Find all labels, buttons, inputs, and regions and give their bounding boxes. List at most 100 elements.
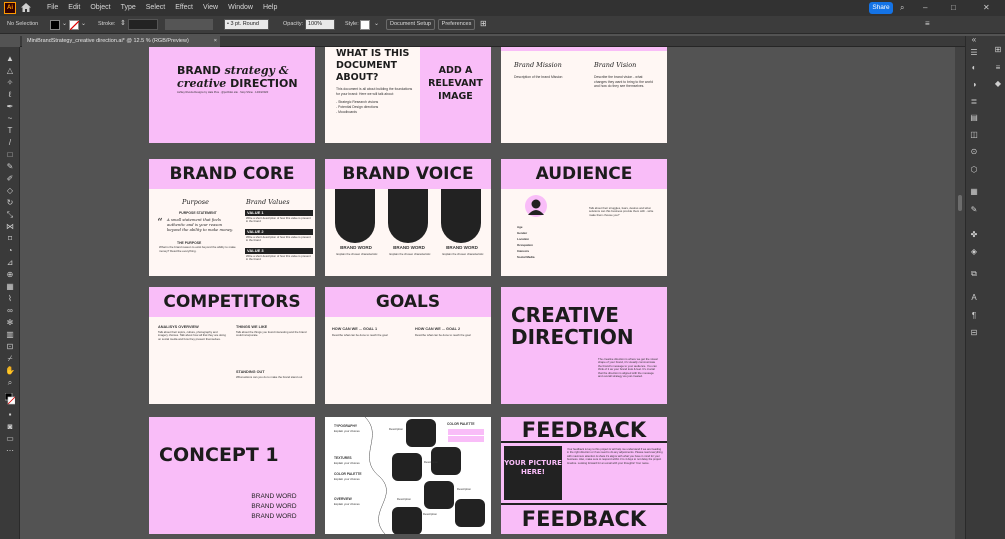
graphic-styles-icon[interactable]: ⬡ — [969, 166, 979, 174]
eraser-tool-icon[interactable]: ◇ — [5, 187, 15, 195]
align-panel-icon[interactable]: ⊟ — [969, 329, 979, 337]
menu-type[interactable]: Type — [121, 4, 136, 11]
maximize-icon[interactable]: □ — [951, 3, 956, 12]
fill-dropdown-icon[interactable]: ⌄ — [62, 20, 67, 27]
mesh-tool-icon[interactable]: ⊕ — [5, 271, 15, 279]
close-window-icon[interactable]: ✕ — [983, 3, 990, 12]
artboard-brand-voice[interactable]: BRAND VOICE BRAND WORD BRAND WORD BRAND … — [325, 159, 491, 276]
collapse-panels-icon[interactable]: « — [969, 36, 979, 44]
appearance-panel-icon[interactable]: ⊙ — [969, 148, 979, 156]
scale-tool-icon[interactable]: ⤡ — [5, 211, 15, 219]
menu-select[interactable]: Select — [146, 4, 165, 11]
direct-selection-tool-icon[interactable]: △ — [5, 67, 15, 75]
fill-stroke-icon[interactable] — [4, 392, 16, 405]
character-panel-icon[interactable]: A — [969, 294, 979, 302]
stroke-weight-field[interactable] — [128, 19, 158, 30]
artboard-mission[interactable]: Brand Mission Brand Vision Description o… — [501, 47, 667, 143]
variable-width-profile[interactable] — [165, 19, 213, 30]
perspective-grid-icon[interactable]: ⊿ — [5, 259, 15, 267]
shape-builder-icon[interactable]: ◔ — [5, 247, 15, 255]
stroke-swatch[interactable] — [69, 20, 80, 31]
opacity-field[interactable]: 100% — [305, 19, 335, 30]
drawing-mode-icon[interactable]: ◙ — [5, 423, 15, 431]
paintbrush-tool-icon[interactable]: ✎ — [5, 163, 15, 171]
hand-tool-icon[interactable]: ✋ — [5, 367, 15, 375]
document-tab[interactable]: MiniBrandStrategy_creative direction.ai*… — [22, 36, 220, 47]
document-setup-button[interactable]: Document Setup — [386, 19, 435, 30]
brushes-panel-icon[interactable]: ✎ — [969, 206, 979, 214]
zoom-tool-icon[interactable]: ⌕ — [5, 379, 15, 387]
properties-panel-icon[interactable]: ☰ — [969, 49, 979, 57]
rectangle-tool-icon[interactable]: □ — [5, 151, 15, 159]
pen-tool-icon[interactable]: ✒ — [5, 103, 15, 111]
menu-window[interactable]: Window — [228, 4, 253, 11]
layers-alt-icon[interactable]: ◆ — [993, 80, 1003, 88]
curvature-tool-icon[interactable]: ~ — [5, 115, 15, 123]
paragraph-panel-icon[interactable]: ¶ — [969, 312, 979, 320]
menu-file[interactable]: File — [47, 4, 58, 11]
stroke-stepper-icon[interactable]: ⇕ — [120, 19, 126, 27]
artboard-concept-1[interactable]: CONCEPT 1 BRAND WORD BRAND WORD BRAND WO… — [149, 417, 315, 534]
canvas[interactable]: BRAND strategy & creative DIRECTION Ashl… — [20, 47, 955, 539]
type-tool-icon[interactable]: T — [5, 127, 15, 135]
line-tool-icon[interactable]: / — [5, 139, 15, 147]
eyedropper-icon[interactable]: ⌇ — [5, 295, 15, 303]
layers-panel-icon[interactable]: ◈ — [969, 248, 979, 256]
free-transform-icon[interactable]: ⌑ — [5, 235, 15, 243]
artboard-goals[interactable]: GOALS HOW CAN WE ... GOAL 1 Describe wha… — [325, 287, 491, 404]
vertical-scrollbar[interactable] — [955, 47, 965, 539]
menu-object[interactable]: Object — [90, 4, 110, 11]
graph-tool-icon[interactable]: ▥ — [5, 331, 15, 339]
arrange-documents-icon[interactable]: ⊞ — [480, 19, 487, 28]
scrollbar-thumb[interactable] — [958, 195, 962, 211]
width-tool-icon[interactable]: ⋈ — [5, 223, 15, 231]
search-icon[interactable]: ⌕ — [900, 3, 904, 12]
color-mode-icon[interactable]: ▪ — [5, 411, 15, 419]
edit-toolbar-icon[interactable]: ⋯ — [5, 447, 15, 455]
artboard-cover[interactable]: BRAND strategy & creative DIRECTION Ashl… — [149, 47, 315, 143]
artboard-brand-core[interactable]: BRAND CORE Purpose PURPOSE STATEMENT “ A… — [149, 159, 315, 276]
swatches-panel-icon[interactable]: ▦ — [969, 188, 979, 196]
artboard-about[interactable]: WHAT IS THIS DOCUMENT ABOUT? This docume… — [325, 47, 491, 143]
stroke-panel-icon[interactable]: ≣ — [969, 98, 979, 106]
symbol-sprayer-icon[interactable]: ✻ — [5, 319, 15, 327]
screen-mode-icon[interactable]: ▭ — [5, 435, 15, 443]
brush-definition[interactable]: • 3 pt. Round — [224, 19, 269, 30]
home-icon[interactable] — [21, 3, 31, 12]
style-swatch[interactable] — [360, 20, 370, 30]
properties-alt-icon[interactable]: ≡ — [993, 64, 1003, 72]
blend-tool-icon[interactable]: ∞ — [5, 307, 15, 315]
lasso-icon[interactable]: ℓ — [5, 91, 15, 99]
menu-view[interactable]: View — [203, 4, 218, 11]
menu-edit[interactable]: Edit — [68, 4, 80, 11]
minimize-icon[interactable]: – — [923, 3, 927, 12]
share-button[interactable]: Share — [869, 2, 893, 14]
slice-tool-icon[interactable]: ⌿ — [5, 355, 15, 363]
magic-wand-icon[interactable]: ✧ — [5, 79, 15, 87]
menu-help[interactable]: Help — [263, 4, 277, 11]
fill-swatch[interactable] — [50, 20, 60, 30]
selection-tool-icon[interactable]: ▲ — [5, 55, 15, 63]
menu-effect[interactable]: Effect — [175, 4, 193, 11]
libraries-panel-icon[interactable]: ⊞ — [993, 46, 1003, 54]
close-tab-icon[interactable]: × — [214, 36, 217, 47]
artboard-audience[interactable]: AUDIENCE Talk about their struggles, fea… — [501, 159, 667, 276]
artboard-tool-icon[interactable]: ⊡ — [5, 343, 15, 351]
stroke-dropdown-icon[interactable]: ⌄ — [81, 20, 86, 27]
panel-menu-icon[interactable]: ≡ — [925, 19, 930, 28]
color-panel-icon[interactable]: ◐ — [969, 64, 979, 72]
artboards-panel-icon[interactable]: ⧉ — [969, 270, 979, 278]
style-dropdown-icon[interactable]: ⌄ — [374, 20, 379, 27]
symbols-panel-icon[interactable]: ✤ — [969, 231, 979, 239]
artboard-creative-direction[interactable]: CREATIVE DIRECTION The creative directio… — [501, 287, 667, 404]
artboard-competitors[interactable]: COMPETITORS ANALISYS OVERVIEW Talk about… — [149, 287, 315, 404]
shaper-tool-icon[interactable]: ✐ — [5, 175, 15, 183]
artboard-moodboard[interactable]: TYPOGRAPHY Explain your choices TEXTURES… — [325, 417, 491, 534]
color-guide-icon[interactable]: ◑ — [969, 81, 979, 89]
gradient-tool-icon[interactable]: ▦ — [5, 283, 15, 291]
preferences-button[interactable]: Preferences — [438, 19, 475, 30]
gradient-panel-icon[interactable]: ▤ — [969, 114, 979, 122]
transparency-panel-icon[interactable]: ◫ — [969, 131, 979, 139]
rotate-tool-icon[interactable]: ↻ — [5, 199, 15, 207]
artboard-feedback[interactable]: FEEDBACK YOUR PICTURE HERE! Your feedbac… — [501, 417, 667, 534]
